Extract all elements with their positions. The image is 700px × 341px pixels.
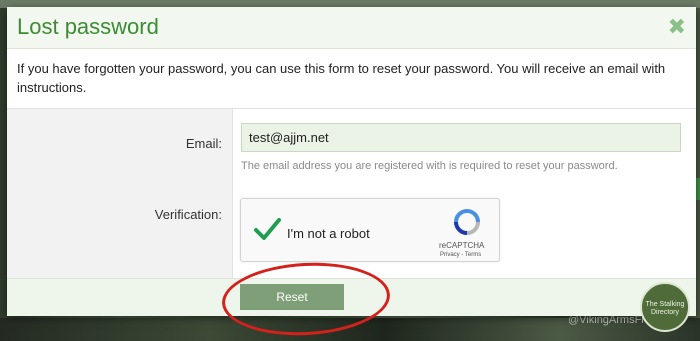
site-badge: The Stalking Directory bbox=[640, 282, 690, 332]
recaptcha-logo-icon bbox=[454, 209, 480, 235]
email-hint: The email address you are registered wit… bbox=[241, 160, 618, 172]
badge-text: The Stalking Directory bbox=[645, 301, 685, 316]
captcha-links[interactable]: Privacy - Terms bbox=[440, 252, 481, 258]
verification-label: Verification: bbox=[154, 207, 222, 222]
intro-text: If you have forgotten your password, you… bbox=[17, 61, 666, 95]
email-input[interactable] bbox=[241, 123, 681, 152]
checkmark-icon[interactable] bbox=[253, 215, 281, 243]
email-label: Email: bbox=[185, 136, 222, 151]
captcha-label: I'm not a robot bbox=[287, 226, 370, 241]
reset-form: Email: Verification: The email address y… bbox=[7, 108, 696, 279]
label-column: Email: Verification: bbox=[7, 109, 233, 279]
close-icon[interactable]: ✖ bbox=[668, 16, 686, 38]
modal-header: Lost password ✖ bbox=[7, 7, 696, 49]
modal-title: Lost password bbox=[17, 14, 159, 39]
recaptcha-widget: I'm not a robot reCAPTCHA Privacy - Term… bbox=[240, 198, 500, 262]
captcha-brand: reCAPTCHA bbox=[439, 241, 485, 250]
